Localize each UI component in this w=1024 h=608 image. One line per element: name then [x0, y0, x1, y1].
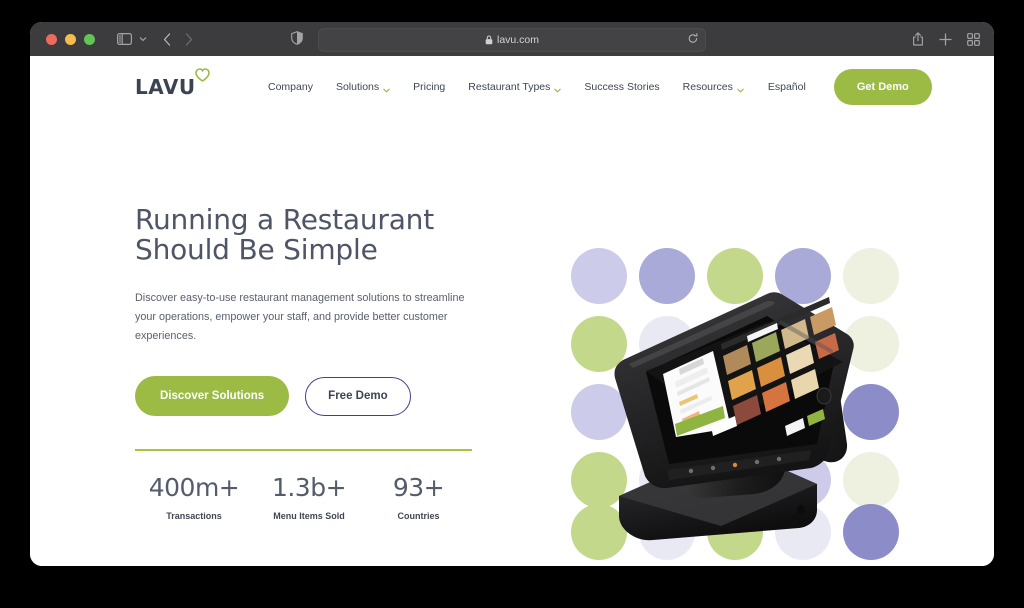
url-display: lavu.com [485, 34, 539, 46]
pos-terminal-illustration [614, 292, 854, 541]
browser-titlebar: lavu.com [30, 22, 994, 56]
chevron-down-icon [383, 84, 390, 93]
lavu-logo[interactable]: LAVU [135, 68, 210, 99]
stat-value: 93+ [392, 473, 445, 503]
stat-value: 1.3b+ [271, 473, 347, 503]
nav-item-pricing[interactable]: Pricing [413, 81, 445, 93]
minimize-window-dot[interactable] [65, 33, 76, 45]
browser-window: lavu.com LAVU Company Solutions Pricing … [30, 22, 994, 566]
nav-item-restaurant-types[interactable]: Restaurant Types [468, 81, 562, 93]
chevron-down-icon [737, 84, 744, 93]
page-title: Running a Restaurant Should Be Simple [135, 203, 434, 267]
lock-icon [485, 35, 493, 45]
stats-row: 400m+ Transactions 1.3b+ Menu Items Sold… [135, 475, 472, 521]
screen: lavu.com LAVU Company Solutions Pricing … [0, 0, 1024, 608]
webpage-viewport: LAVU Company Solutions Pricing Restauran… [30, 56, 994, 566]
stat-value: 400m+ [148, 473, 240, 503]
forward-arrow-icon[interactable] [185, 32, 193, 46]
stat-menu-items-sold: 1.3b+ Menu Items Sold [253, 475, 365, 521]
back-arrow-icon[interactable] [163, 32, 171, 46]
hero-image [571, 248, 899, 560]
close-window-dot[interactable] [46, 33, 57, 45]
stat-transactions: 400m+ Transactions [135, 475, 253, 521]
get-demo-button[interactable]: Get Demo [833, 69, 932, 105]
privacy-shield-icon[interactable] [291, 31, 303, 45]
stat-label: Menu Items Sold [273, 511, 345, 522]
reload-icon[interactable] [688, 31, 698, 49]
nav-item-success-stories[interactable]: Success Stories [584, 81, 659, 93]
hero-content: Running a Restaurant Should Be Simple Di… [135, 203, 483, 521]
chevron-down-icon [554, 84, 562, 93]
nav-label: Solutions [335, 81, 380, 93]
nav-label: Restaurant Types [468, 81, 551, 93]
share-icon[interactable] [912, 32, 924, 46]
site-header: LAVU Company Solutions Pricing Restauran… [30, 56, 994, 118]
nav-label: Pricing [413, 81, 446, 93]
logo-wordmark: LAVU [135, 75, 196, 99]
nav-item-resources[interactable]: Resources [683, 81, 744, 93]
url-text: lavu.com [496, 34, 539, 46]
nav-item-company[interactable]: Company [268, 81, 313, 93]
discover-solutions-button[interactable]: Discover Solutions [135, 376, 290, 417]
heart-icon [195, 68, 210, 82]
toolbar-right-actions [912, 32, 980, 46]
language-switcher[interactable]: Español [768, 81, 806, 93]
browser-navigation [163, 32, 193, 46]
stat-label: Transactions [166, 511, 222, 522]
nav-label: Resources [682, 81, 733, 93]
chevron-down-icon[interactable] [139, 36, 147, 42]
hero-cta-row: Discover Solutions Free Demo [135, 376, 483, 417]
plus-icon[interactable] [939, 32, 952, 46]
zoom-window-dot[interactable] [84, 33, 95, 45]
nav-label: Company [268, 81, 313, 93]
nav-item-solutions[interactable]: Solutions [336, 81, 390, 93]
free-demo-button[interactable]: Free Demo [305, 376, 411, 416]
sidebar-controls [117, 33, 147, 45]
nav-label: Success Stories [584, 81, 660, 93]
sidebar-toggle-icon[interactable] [117, 33, 132, 45]
primary-navigation: Company Solutions Pricing Restaurant Typ… [268, 81, 744, 93]
stat-countries: 93+ Countries [365, 475, 472, 521]
stat-label: Countries [397, 511, 440, 522]
address-bar-container: lavu.com [291, 28, 706, 52]
window-controls [46, 33, 95, 45]
address-bar[interactable]: lavu.com [318, 28, 706, 52]
hero-subtext: Discover easy-to-use restaurant manageme… [135, 292, 465, 343]
stats-divider [135, 449, 472, 452]
tab-grid-icon[interactable] [967, 32, 980, 46]
